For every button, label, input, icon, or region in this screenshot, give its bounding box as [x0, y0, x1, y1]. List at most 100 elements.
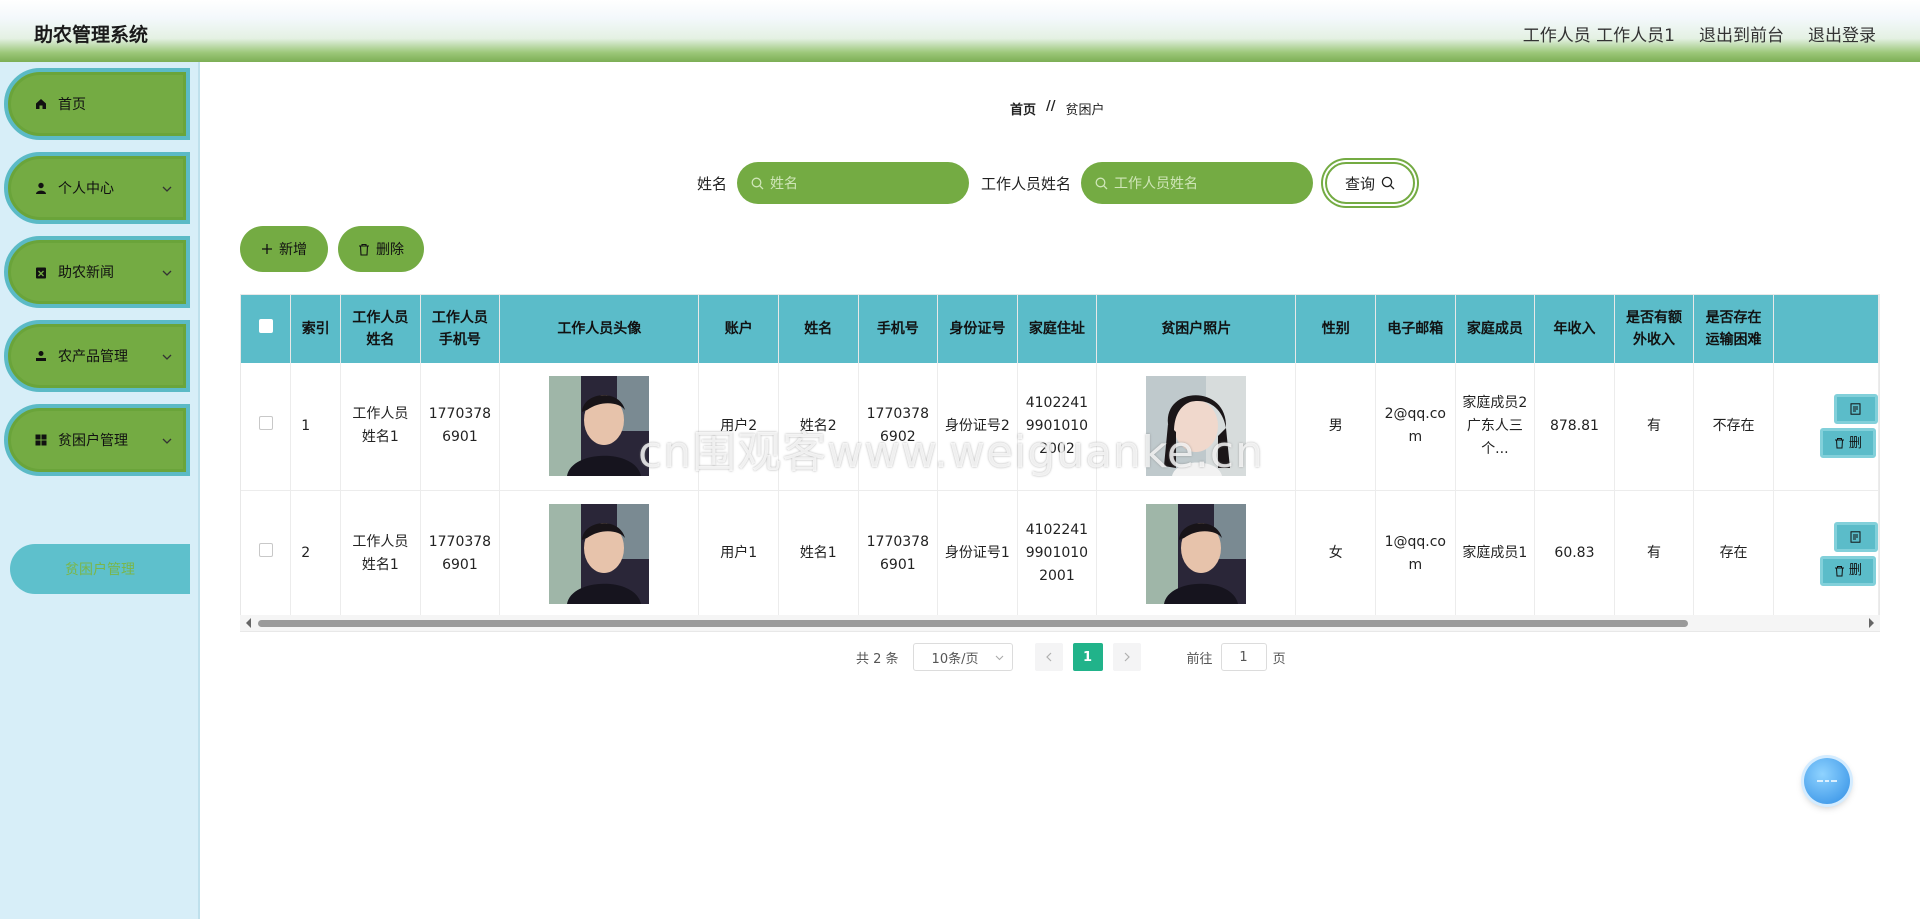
home-icon	[34, 97, 48, 111]
breadcrumb-home[interactable]: 首页	[1010, 99, 1036, 118]
staff-avatar-image	[549, 503, 650, 604]
plus-icon	[262, 244, 272, 254]
staff-name-search-placeholder: 工作人员姓名	[1114, 176, 1199, 192]
trash-icon	[1834, 438, 1844, 449]
row-select-cell[interactable]	[241, 363, 292, 491]
goto-label: 前往	[1186, 651, 1213, 667]
staff-name-search-input[interactable]: 工作人员姓名	[1081, 162, 1314, 204]
col-header: 索引	[290, 295, 342, 363]
cell-address: 410224199010102002	[1017, 363, 1098, 491]
sidebar-item-label: 农产品管理	[58, 349, 128, 365]
action-buttons: 新增 删除	[240, 226, 424, 272]
select-all-checkbox[interactable]	[258, 319, 273, 333]
prev-page-button[interactable]	[1034, 643, 1063, 671]
add-button[interactable]: 新增	[240, 226, 328, 272]
col-header: 家庭住址	[1017, 295, 1098, 363]
trash-icon	[1834, 565, 1844, 576]
page-size-select[interactable]: 10条/页	[912, 643, 1013, 671]
cell-staff-phone: 17703786901	[420, 363, 501, 491]
submenu-poor-household-management[interactable]: 贫困户管理	[10, 544, 190, 594]
cell-account: 用户2	[698, 363, 779, 491]
row-checkbox[interactable]	[258, 543, 273, 557]
col-header-operations	[1773, 295, 1879, 363]
scroll-left-arrow-icon[interactable]	[246, 618, 251, 628]
row-select-cell[interactable]	[241, 490, 292, 618]
chevron-left-icon	[1045, 652, 1051, 662]
row-checkbox[interactable]	[258, 415, 273, 430]
cell-family: 家庭成员2广东人三个...	[1455, 363, 1536, 491]
scroll-right-arrow-icon[interactable]	[1869, 618, 1874, 628]
table-header-row: 索引 工作人员姓名 工作人员手机号 工作人员头像 账户 姓名 手机号 身份证号 …	[241, 295, 1879, 363]
col-header: 身份证号	[937, 295, 1018, 363]
chevron-down-icon	[162, 186, 172, 192]
sidebar-item-news[interactable]: 助农新闻	[4, 236, 190, 308]
name-search-placeholder: 姓名	[770, 176, 799, 192]
sidebar-item-label: 助农新闻	[58, 265, 114, 281]
query-button[interactable]: 查询	[1325, 162, 1416, 204]
data-table: 索引 工作人员姓名 工作人员手机号 工作人员头像 账户 姓名 手机号 身份证号 …	[241, 295, 1879, 618]
page-number-current[interactable]: 1	[1072, 643, 1103, 671]
search-icon	[1381, 176, 1395, 190]
cell-transport: 不存在	[1693, 363, 1774, 491]
delete-button-label: 删除	[376, 242, 404, 258]
cell-id-number: 身份证号2	[937, 363, 1018, 491]
breadcrumb: 首页 // 贫困户	[1010, 99, 1105, 118]
col-header: 是否有额外收入	[1614, 295, 1695, 363]
col-header: 电子邮箱	[1375, 295, 1456, 363]
row-delete-label: 删	[1848, 563, 1862, 578]
delete-button[interactable]: 删除	[338, 226, 424, 272]
household-photo-image	[1146, 376, 1247, 477]
sidebar-item-label: 首页	[58, 97, 86, 113]
cell-index: 2	[290, 490, 342, 618]
floating-action-button[interactable]	[1804, 758, 1850, 804]
row-delete-button[interactable]: 删	[1819, 555, 1876, 586]
cell-email: 1@qq.com	[1375, 490, 1456, 618]
sidebar-item-poor-households[interactable]: 贫困户管理	[4, 404, 190, 476]
search-icon	[1095, 177, 1108, 189]
breadcrumb-current: 贫困户	[1065, 103, 1105, 118]
scrollbar-thumb[interactable]	[258, 620, 1688, 627]
trash-icon	[359, 243, 369, 256]
page-size-value: 10条/页	[931, 651, 979, 667]
cell-email: 2@qq.com	[1375, 363, 1456, 491]
breadcrumb-separator: //	[1046, 99, 1056, 114]
cell-account: 用户1	[698, 490, 779, 618]
cell-household-photo	[1096, 363, 1297, 491]
news-icon	[34, 265, 48, 279]
table-row: 1 工作人员姓名1 17703786901 用户2 姓名2 1770378690…	[241, 363, 1879, 491]
cell-staff-avatar	[499, 490, 700, 618]
cell-family: 家庭成员1	[1455, 490, 1536, 618]
grid-icon	[34, 433, 48, 447]
row-delete-button[interactable]: 删	[1819, 428, 1876, 459]
add-button-label: 新增	[279, 242, 307, 258]
sidebar-item-products[interactable]: 农产品管理	[4, 320, 190, 392]
detail-button[interactable]	[1833, 394, 1878, 425]
document-icon	[1850, 403, 1861, 415]
goto-page-input[interactable]: 1	[1220, 643, 1267, 671]
select-all-cell[interactable]	[241, 295, 292, 363]
cell-staff-avatar	[499, 363, 700, 491]
search-icon	[751, 177, 764, 189]
table-horizontal-scrollbar[interactable]	[240, 615, 1880, 631]
name-search-input[interactable]: 姓名	[737, 162, 970, 204]
current-user-link[interactable]: 工作人员 工作人员1	[1523, 21, 1675, 46]
logout-link[interactable]: 退出登录	[1808, 21, 1876, 46]
staff-name-label: 工作人员姓名	[981, 174, 1072, 193]
col-header: 工作人员头像	[499, 295, 700, 363]
cell-operations: 删	[1773, 490, 1879, 618]
next-page-button[interactable]	[1112, 643, 1141, 671]
sidebar-item-home[interactable]: 首页	[4, 68, 190, 140]
cell-name: 姓名2	[778, 363, 859, 491]
sidebar-item-label: 贫困户管理	[58, 433, 128, 449]
top-header: 助农管理系统 工作人员 工作人员1 退出到前台 退出登录	[0, 0, 1920, 62]
sidebar-item-personal-center[interactable]: 个人中心	[4, 152, 190, 224]
chevron-down-icon	[995, 655, 1003, 661]
back-to-frontend-link[interactable]: 退出到前台	[1699, 21, 1784, 46]
household-photo-image	[1146, 503, 1247, 604]
cell-income: 60.83	[1534, 490, 1615, 618]
cell-phone: 17703786901	[858, 490, 939, 618]
header-nav: 工作人员 工作人员1 退出到前台 退出登录	[1523, 21, 1876, 46]
detail-button[interactable]	[1833, 521, 1878, 552]
name-label: 姓名	[697, 174, 728, 193]
user-icon	[34, 181, 48, 195]
